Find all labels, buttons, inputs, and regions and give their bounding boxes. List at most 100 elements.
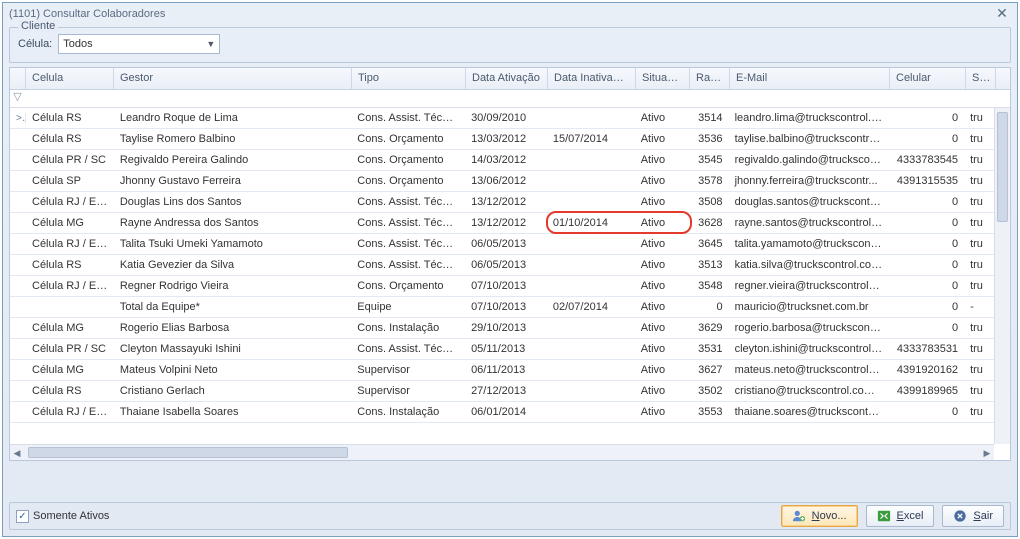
cell-celular: 0 <box>888 406 964 418</box>
cell-celula: Célula RS <box>26 112 114 124</box>
cell-celular: 4333783531 <box>888 343 964 355</box>
table-row[interactable]: Total da Equipe*Equipe07/10/201302/07/20… <box>10 297 994 318</box>
cell-celular: 0 <box>888 196 964 208</box>
cell-gestor: Mateus Volpini Neto <box>114 364 351 376</box>
cell-ativacao: 05/11/2013 <box>465 343 547 355</box>
cell-ramal: 3627 <box>689 364 729 376</box>
cell-celular: 0 <box>888 133 964 145</box>
cell-skype: tru <box>964 196 994 208</box>
novo-label-rest: ovo... <box>820 510 847 522</box>
cell-ativacao: 13/03/2012 <box>465 133 547 145</box>
cell-tipo: Supervisor <box>351 385 465 397</box>
grid-filter-row[interactable]: ▽ <box>10 90 1010 108</box>
cell-celular: 0 <box>888 280 964 292</box>
table-row[interactable]: Célula PR / SCRegivaldo Pereira GalindoC… <box>10 150 994 171</box>
cell-tipo: Cons. Orçamento <box>351 280 465 292</box>
table-row[interactable]: Célula RJ / ES...Regner Rodrigo VieiraCo… <box>10 276 994 297</box>
table-row[interactable]: Célula MGMateus Volpini NetoSupervisor06… <box>10 360 994 381</box>
grid: Celula Gestor Tipo Data Ativação Data In… <box>10 68 1010 460</box>
cell-celular: 4391315535 <box>888 175 964 187</box>
cell-tipo: Cons. Assist. Técnica <box>351 259 465 271</box>
cell-celular: 0 <box>888 217 964 229</box>
table-row[interactable]: Célula SPJhonny Gustavo FerreiraCons. Or… <box>10 171 994 192</box>
cell-ativacao: 13/12/2012 <box>465 196 547 208</box>
table-row[interactable]: Célula RJ / ES...Thaiane Isabella Soares… <box>10 402 994 423</box>
header-gestor[interactable]: Gestor <box>114 68 352 89</box>
cell-tipo: Cons. Orçamento <box>351 133 465 145</box>
horizontal-scrollbar[interactable]: ◀ ▶ <box>10 444 994 460</box>
header-celula[interactable]: Celula <box>26 68 114 89</box>
table-row[interactable]: >Célula RSLeandro Roque de LimaCons. Ass… <box>10 108 994 129</box>
header-inativacao[interactable]: Data Inativacao <box>548 68 636 89</box>
vertical-scrollbar[interactable] <box>994 108 1010 444</box>
cell-skype: tru <box>964 175 994 187</box>
header-situacao[interactable]: Situacao <box>636 68 690 89</box>
window: (1101) Consultar Colaboradores ✕ Cliente… <box>2 2 1018 537</box>
sair-button[interactable]: Sair <box>942 505 1004 527</box>
celula-value: Todos <box>63 38 92 50</box>
header-skype[interactable]: Skype <box>966 68 996 89</box>
cell-tipo: Cons. Instalação <box>351 406 465 418</box>
somente-ativos-label: Somente Ativos <box>33 510 109 522</box>
table-row[interactable]: Célula RJ / ES...Douglas Lins dos Santos… <box>10 192 994 213</box>
cell-ramal: 3514 <box>689 112 729 124</box>
table-row[interactable]: Célula MGRogerio Elias BarbosaCons. Inst… <box>10 318 994 339</box>
cell-ativacao: 07/10/2013 <box>465 301 547 313</box>
cell-inativacao: 01/10/2014 <box>547 217 635 229</box>
scroll-left-icon[interactable]: ◀ <box>10 445 24 460</box>
header-ativacao[interactable]: Data Ativação <box>466 68 548 89</box>
titlebar: (1101) Consultar Colaboradores ✕ <box>3 3 1017 25</box>
table-row[interactable]: Célula RSCristiano GerlachSupervisor27/1… <box>10 381 994 402</box>
cell-celular: 0 <box>888 238 964 250</box>
header-ramal[interactable]: Ramal <box>690 68 730 89</box>
somente-ativos-checkbox[interactable]: ✓ <box>16 510 29 523</box>
table-row[interactable]: Célula PR / SCCleyton Massayuki IshiniCo… <box>10 339 994 360</box>
cell-email: douglas.santos@truckscontro... <box>729 196 889 208</box>
cell-situacao: Ativo <box>635 154 689 166</box>
footer: ✓ Somente Ativos Novo... Excel Sair <box>9 502 1011 530</box>
cell-skype: tru <box>964 343 994 355</box>
cell-skype: tru <box>964 217 994 229</box>
cell-ativacao: 13/12/2012 <box>465 217 547 229</box>
excel-label-rest: xcel <box>904 510 924 522</box>
table-row[interactable]: Célula RJ / ES...Talita Tsuki Umeki Yama… <box>10 234 994 255</box>
cell-gestor: Cleyton Massayuki Ishini <box>114 343 351 355</box>
cell-email: talita.yamamoto@truckscontr... <box>729 238 889 250</box>
window-title: (1101) Consultar Colaboradores <box>9 8 165 20</box>
cell-gestor: Leandro Roque de Lima <box>114 112 351 124</box>
table-row[interactable]: Célula RSTaylise Romero BalbinoCons. Orç… <box>10 129 994 150</box>
cell-tipo: Cons. Assist. Técnica <box>351 343 465 355</box>
row-indicator: > <box>10 113 26 124</box>
close-icon[interactable]: ✕ <box>993 6 1011 22</box>
novo-button[interactable]: Novo... <box>781 505 858 527</box>
excel-button[interactable]: Excel <box>866 505 935 527</box>
table-row[interactable]: Célula MGRayne Andressa dos SantosCons. … <box>10 213 994 234</box>
cell-skype: tru <box>964 133 994 145</box>
horizontal-scroll-thumb[interactable] <box>28 447 348 458</box>
vertical-scroll-thumb[interactable] <box>997 112 1008 222</box>
celula-select[interactable]: Todos ▼ <box>58 34 220 54</box>
header-email[interactable]: E-Mail <box>730 68 890 89</box>
user-add-icon <box>792 509 806 523</box>
close-circle-icon <box>953 509 967 523</box>
cell-celular: 0 <box>888 259 964 271</box>
cell-celula: Célula RS <box>26 385 114 397</box>
header-celular[interactable]: Celular <box>890 68 966 89</box>
cell-email: mateus.neto@truckscontrol.c... <box>729 364 889 376</box>
header-tipo[interactable]: Tipo <box>352 68 466 89</box>
cell-ativacao: 29/10/2013 <box>465 322 547 334</box>
cell-situacao: Ativo <box>635 238 689 250</box>
chevron-down-icon: ▼ <box>206 39 215 49</box>
scroll-right-icon[interactable]: ▶ <box>980 445 994 460</box>
cell-email: regner.vieira@truckscontrol.c... <box>729 280 889 292</box>
cell-tipo: Cons. Instalação <box>351 322 465 334</box>
header-rowselector[interactable] <box>10 68 26 89</box>
table-row[interactable]: Célula RSKatia Gevezier da SilvaCons. As… <box>10 255 994 276</box>
cell-ramal: 3645 <box>689 238 729 250</box>
cell-skype: - <box>964 301 994 313</box>
filter-icon[interactable]: ▽ <box>10 90 26 107</box>
cell-ativacao: 14/03/2012 <box>465 154 547 166</box>
cell-gestor: Thaiane Isabella Soares <box>114 406 351 418</box>
cell-email: cristiano@truckscontrol.com.br <box>729 385 889 397</box>
cell-celular: 4399189965 <box>888 385 964 397</box>
